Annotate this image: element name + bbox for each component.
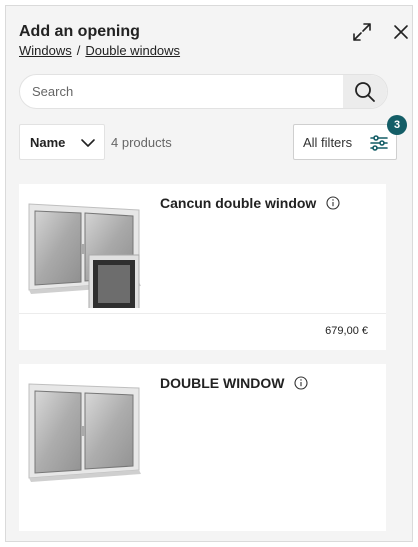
breadcrumb-windows[interactable]: Windows <box>19 43 72 58</box>
sort-label: Name <box>30 134 66 150</box>
product-name: DOUBLE WINDOW <box>160 375 285 391</box>
search-input[interactable] <box>20 75 344 108</box>
product-price: 679,00 € <box>325 325 368 337</box>
info-icon[interactable] <box>294 376 308 390</box>
sliders-icon <box>370 135 388 151</box>
product-name: Cancun double window <box>160 195 317 211</box>
product-card[interactable]: Cancun double window 679,00 € <box>19 184 386 350</box>
product-count: 4 products <box>111 135 172 150</box>
search-icon <box>355 81 375 102</box>
close-button[interactable] <box>388 19 412 45</box>
all-filters-button[interactable]: All filters <box>293 124 397 160</box>
info-icon[interactable] <box>326 196 340 210</box>
search-bar <box>19 74 388 109</box>
close-icon <box>394 25 408 39</box>
sort-select[interactable]: Name <box>19 124 105 160</box>
chevron-down-icon <box>81 139 95 147</box>
add-opening-panel: Add an opening Windows / Double windows Na… <box>5 5 413 542</box>
panel-title: Add an opening <box>19 23 140 40</box>
product-image <box>28 203 141 308</box>
expand-button[interactable] <box>349 19 375 45</box>
breadcrumb-separator: / <box>76 43 81 58</box>
product-card[interactable]: DOUBLE WINDOW <box>19 364 386 531</box>
all-filters-label: All filters <box>303 135 353 150</box>
filters-count-badge: 3 <box>387 115 407 135</box>
panel-header: Add an opening Windows / Double windows <box>6 6 412 70</box>
breadcrumb: Windows / Double windows <box>19 43 180 58</box>
breadcrumb-double-windows[interactable]: Double windows <box>85 43 180 58</box>
expand-arrows-icon <box>353 23 371 41</box>
card-divider <box>19 313 386 314</box>
search-button[interactable] <box>343 75 387 108</box>
product-image <box>28 383 141 482</box>
